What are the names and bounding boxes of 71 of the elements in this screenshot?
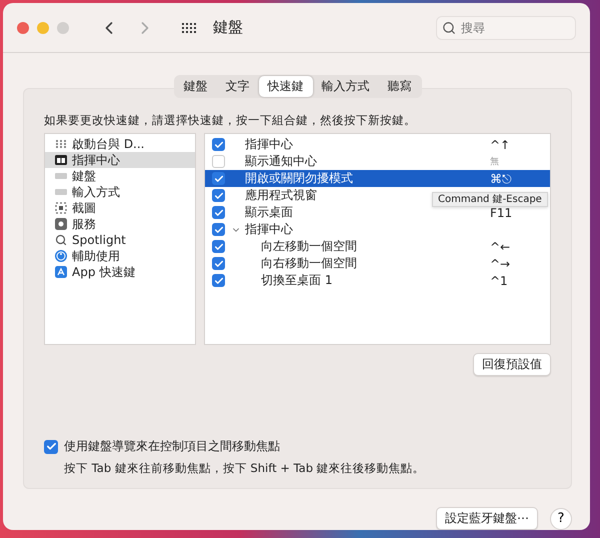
gear-icon	[55, 218, 67, 230]
category-item[interactable]: 服務	[45, 216, 195, 232]
shortcut-label[interactable]: 指揮中心	[245, 221, 293, 238]
shortcut-keys: ^←	[490, 240, 550, 254]
bluetooth-keyboard-button[interactable]: 設定藍牙鍵盤⋯	[436, 507, 538, 530]
shortcut-label[interactable]: 開啟或關閉勿擾模式	[245, 170, 353, 187]
selected-row[interactable]: 開啟或關閉勿擾模式 ⌘⎋	[205, 170, 550, 187]
category-label: Spotlight	[72, 233, 126, 247]
category-label: 鍵盤	[72, 168, 96, 184]
category-label: 截圖	[72, 200, 96, 216]
checkbox[interactable]	[44, 440, 58, 454]
keyboard-icon	[55, 171, 67, 181]
search-field[interactable]: 搜尋	[436, 16, 576, 40]
checkbox[interactable]	[212, 274, 225, 287]
category-item[interactable]: 截圖	[45, 200, 195, 216]
category-label: 輔助使用	[72, 248, 120, 264]
tab[interactable]: 文字	[216, 76, 258, 97]
shortcut-keys: F11	[490, 206, 550, 220]
category-label: 指揮中心	[72, 152, 120, 168]
shortcut-keys: ^1	[490, 274, 550, 288]
instruction-text: 如果要更改快速鍵，請選擇快速鍵，按一下組合鍵，然後按下新按鍵。	[44, 113, 417, 128]
shortcut-keys: 無	[490, 155, 550, 168]
search-icon	[442, 20, 456, 34]
category-label: App 快速鍵	[72, 264, 136, 280]
shortcut-label[interactable]: 切換至桌面 1	[261, 272, 332, 289]
keyboard-icon	[55, 187, 67, 197]
tab[interactable]: 輸入方式	[312, 76, 378, 97]
category-item[interactable]: 鍵盤	[45, 168, 195, 184]
windows-icon	[55, 155, 67, 165]
category-item[interactable]: 輔助使用	[45, 248, 195, 264]
category-item[interactable]: App 快速鍵	[45, 264, 195, 280]
grid-icon	[55, 139, 67, 149]
tab[interactable]: 聽寫	[378, 76, 420, 97]
screenshot-icon	[55, 202, 67, 214]
category-label: 啟動台與 D...	[72, 136, 144, 152]
category-item[interactable]: Spotlight	[45, 232, 195, 248]
tooltip: Command 鍵-Escape	[432, 192, 548, 207]
category-item[interactable]: 輸入方式	[45, 184, 195, 200]
checkbox[interactable]	[212, 257, 225, 270]
grid-icon[interactable]	[181, 22, 197, 34]
tab[interactable]: 快速鍵	[258, 76, 312, 97]
shortcut-label[interactable]: 應用程式視窗	[245, 187, 317, 204]
checkbox-label: 使用鍵盤導覽來在控制項目之間移動焦點	[64, 438, 280, 455]
category-item[interactable]: 指揮中心	[45, 152, 195, 168]
checkbox[interactable]	[212, 138, 225, 151]
hint-text: 按下 Tab 鍵來往前移動焦點，按下 Shift + Tab 鍵來往後移動焦點。	[64, 461, 426, 476]
help-button[interactable]: ?	[550, 508, 572, 530]
shortcut-label[interactable]: 向右移動一個空間	[261, 255, 357, 272]
shortcut-keys: ⌘⎋	[490, 172, 550, 186]
checkbox[interactable]	[212, 206, 225, 219]
checkbox[interactable]	[212, 172, 225, 185]
shortcut-label[interactable]: 顯示桌面	[245, 204, 293, 221]
close-button[interactable]	[17, 22, 29, 34]
shortcut-label[interactable]: 向左移動一個空間	[261, 238, 357, 255]
shortcut-label[interactable]: 指揮中心	[245, 136, 293, 153]
category-item[interactable]: 啟動台與 D...	[45, 136, 195, 152]
tab[interactable]: 鍵盤	[174, 76, 216, 97]
shortcut-keys: ^→	[490, 256, 550, 270]
restore-defaults-button[interactable]: 回復預設值	[473, 353, 551, 376]
category-label: 服務	[72, 216, 96, 232]
search-icon	[55, 234, 67, 246]
checkbox[interactable]	[212, 223, 225, 236]
window-title: 鍵盤	[213, 18, 243, 37]
accessibility-icon	[55, 250, 67, 262]
shortcut-label[interactable]: 顯示通知中心	[245, 153, 317, 170]
shortcut-keys: ^↑	[490, 138, 550, 152]
checkbox[interactable]	[212, 155, 225, 168]
checkbox[interactable]	[212, 189, 225, 202]
app-store-icon	[55, 266, 67, 278]
category-label: 輸入方式	[72, 184, 120, 200]
checkbox[interactable]	[212, 240, 225, 253]
